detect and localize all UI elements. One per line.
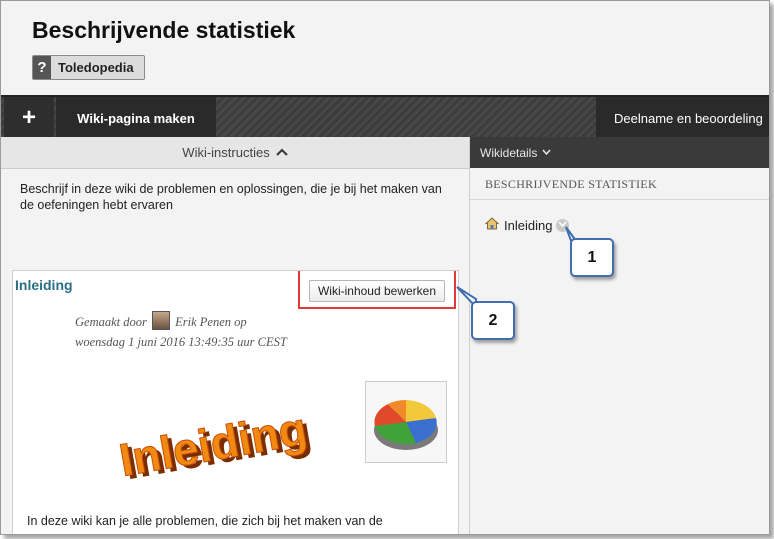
- screenshot-frame: Beschrijvende statistiek ? Toledopedia +…: [0, 0, 770, 535]
- wiki-details-heading: BESCHRIJVENDE STATISTIEK: [485, 177, 657, 191]
- meta-author: Erik Penen op: [175, 315, 247, 329]
- wiki-page-link-inleiding[interactable]: Inleiding: [484, 217, 570, 233]
- help-icon: ?: [33, 56, 51, 79]
- wiki-details-toggle[interactable]: Wikidetails: [470, 137, 769, 168]
- page-header: Beschrijvende statistiek ? Toledopedia: [1, 1, 769, 95]
- house-icon: [484, 217, 500, 233]
- wiki-page-meta: Gemaakt door Erik Penen op woensdag 1 ju…: [75, 311, 287, 352]
- edit-wiki-content-button[interactable]: Wiki-inhoud bewerken: [309, 280, 445, 302]
- avatar: [152, 311, 170, 330]
- wiki-page-body-text: In deze wiki kan je alle problemen, die …: [27, 514, 383, 528]
- wiki-instructions-toggle[interactable]: Wiki-instructies: [1, 137, 469, 169]
- wiki-instructions-label: Wiki-instructies: [182, 145, 270, 160]
- course-badge[interactable]: ? Toledopedia: [32, 55, 145, 80]
- callout-2: 2: [471, 301, 515, 340]
- create-wiki-page-button[interactable]: Wiki-pagina maken: [56, 97, 216, 139]
- divider: [470, 199, 769, 200]
- course-badge-label: Toledopedia: [51, 56, 144, 79]
- meta-created-by: Gemaakt door: [75, 315, 147, 329]
- pie-chart-icon: [365, 381, 447, 463]
- wiki-page-card: Inleiding Wiki-inhoud bewerken Gemaakt d…: [12, 270, 459, 534]
- participation-grading-button[interactable]: Deelname en beoordeling: [596, 97, 769, 139]
- wiki-page-link-label: Inleiding: [504, 217, 553, 233]
- wiki-instructions-text: Beschrijf in deze wiki de problemen en o…: [20, 182, 442, 212]
- meta-line-1: Gemaakt door Erik Penen op: [75, 311, 287, 332]
- wiki-details-label: Wikidetails: [480, 145, 538, 160]
- add-icon[interactable]: +: [4, 97, 54, 139]
- chevron-down-icon[interactable]: [556, 218, 570, 232]
- wiki-content-column: Wiki-instructies Beschrijf in deze wiki …: [1, 137, 470, 534]
- action-toolbar: + Wiki-pagina maken Deelname en beoordel…: [1, 95, 769, 139]
- callout-1: 1: [570, 238, 614, 277]
- page-title: Beschrijvende statistiek: [32, 17, 296, 43]
- inleiding-banner-image: Inleiding Inleiding: [115, 402, 315, 490]
- meta-date: woensdag 1 juni 2016 13:49:35 uur CEST: [75, 335, 287, 349]
- wiki-page-title: Inleiding: [15, 277, 73, 293]
- chevron-up-icon: [275, 146, 288, 160]
- chevron-down-icon: [542, 147, 551, 158]
